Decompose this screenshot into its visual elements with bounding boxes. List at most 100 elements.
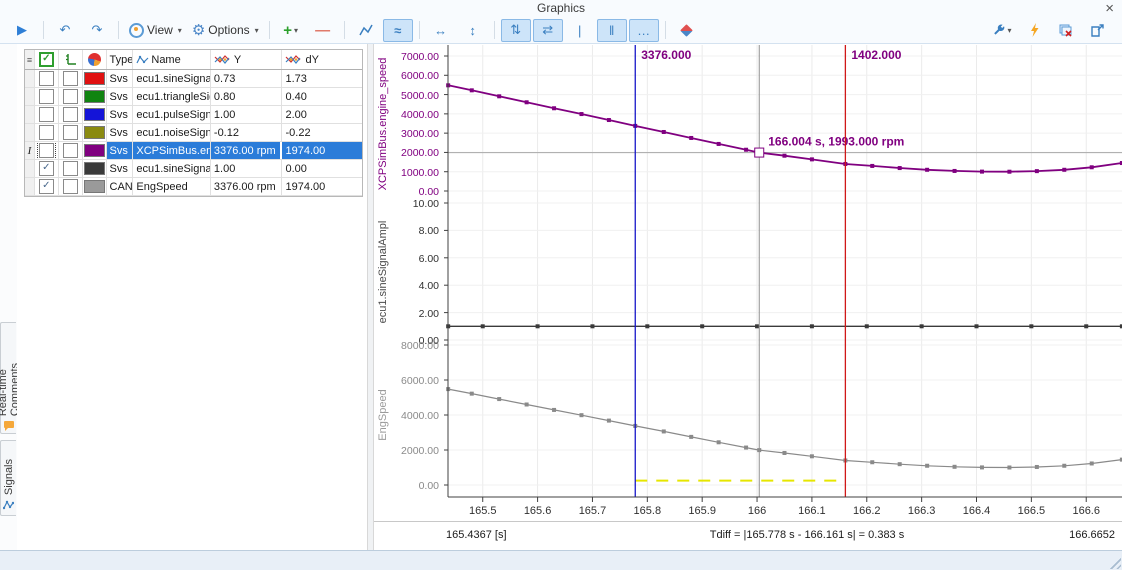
signal-color-swatch[interactable] [84, 162, 105, 175]
own-axis-cell [59, 88, 83, 105]
start-button[interactable]: ▶ [7, 19, 37, 42]
y-tick-label: 10.00 [374, 198, 439, 210]
time-axis-start-value: 165.4367 [s] [446, 529, 507, 541]
export-button[interactable] [1083, 19, 1113, 42]
own-axis-checkbox[interactable] [63, 89, 78, 104]
data-point-marker [1007, 170, 1011, 174]
own-axis-cell [59, 142, 83, 159]
data-point-marker [662, 130, 666, 134]
signal-name-cell: ecu1.triangleSignal [133, 88, 211, 105]
graphics-window: Graphics × ▶ ↶ ↷ View ▾ ⚙ Options ▾ + ▾ … [0, 0, 1122, 570]
line-chart-icon [359, 24, 373, 36]
window-title: Graphics [0, 1, 1122, 15]
show-signal-checkbox[interactable] [39, 89, 54, 104]
measure-x-button[interactable]: ⇄ [533, 19, 563, 42]
signal-row[interactable]: ISvsXCPSimBus.engine_speed3376.00 rpm197… [25, 142, 362, 160]
signal-color-swatch[interactable] [84, 126, 105, 139]
show-signal-checkbox[interactable]: ✓ [39, 161, 54, 176]
single-cursor-button[interactable]: | [565, 19, 595, 42]
menu-icon[interactable]: ≡ [25, 50, 35, 69]
signal-row[interactable]: ✓CAN 1EngSpeed3376.00 rpm1974.00 [25, 178, 362, 196]
play-icon: ▶ [17, 22, 27, 38]
configuration-button[interactable]: ▾ [987, 19, 1017, 42]
signal-y-value-cell: -0.12 [211, 124, 283, 141]
close-icon[interactable]: × [1105, 0, 1114, 17]
add-signal-button[interactable]: + ▾ [276, 19, 306, 42]
fit-x-button[interactable]: ↔ [426, 19, 456, 42]
trigger-button[interactable] [1019, 19, 1049, 42]
tab-signals[interactable]: Signals [0, 440, 16, 516]
show-signal-cell: ✓ [35, 160, 59, 177]
show-signal-checkbox[interactable] [39, 107, 54, 122]
own-axis-checkbox[interactable] [63, 71, 78, 86]
data-point-marker [870, 164, 874, 168]
signal-color-swatch[interactable] [84, 108, 105, 121]
data-point-marker [744, 148, 748, 152]
data-point-marker [1035, 465, 1039, 469]
own-axis-checkbox[interactable] [63, 161, 78, 176]
data-point-marker [810, 454, 814, 458]
remove-signal-button[interactable]: — [308, 19, 338, 42]
show-signal-checkbox[interactable] [39, 143, 54, 158]
y-tick-label: 2000.00 [374, 445, 439, 457]
signal-row[interactable]: Svsecu1.triangleSignal0.800.40 [25, 88, 362, 106]
spline-icon: ≈ [394, 23, 401, 38]
data-point-marker [579, 413, 583, 417]
column-header-type[interactable]: Type [107, 50, 134, 69]
options-menu-button[interactable]: ⚙ Options ▾ [188, 19, 263, 42]
column-header-name-label: Name [151, 51, 180, 69]
signal-row[interactable]: Svsecu1.pulseSignal1.002.00 [25, 106, 362, 124]
show-signal-checkbox[interactable] [39, 125, 54, 140]
signal-y-value-cell: 0.73 [211, 70, 283, 87]
measurement-column-icon [214, 54, 230, 65]
show-all-checkbox[interactable]: ✓ [39, 52, 54, 67]
signal-row[interactable]: Svsecu1.sineSignal0.731.73 [25, 70, 362, 88]
data-point-marker [717, 440, 721, 444]
signal-row[interactable]: Svsecu1.noiseSignal-0.12-0.22 [25, 124, 362, 142]
own-axis-checkbox[interactable] [63, 107, 78, 122]
measure-y-button[interactable]: ⇅ [501, 19, 531, 42]
signal-color-swatch[interactable] [84, 144, 105, 157]
show-signal-checkbox[interactable]: ✓ [39, 179, 54, 194]
clear-button[interactable] [1051, 19, 1081, 42]
show-signal-checkbox[interactable] [39, 71, 54, 86]
signal-color-swatch[interactable] [84, 90, 105, 103]
signal-type-cell: Svs [107, 124, 134, 141]
resize-grip[interactable] [1107, 555, 1121, 569]
data-point-marker [470, 392, 474, 396]
signal-dy-value-cell: -0.22 [282, 124, 362, 141]
fit-y-button[interactable]: ↕ [458, 19, 488, 42]
signal-row[interactable]: ✓Svsecu1.sineSignalAmpl1.000.00 [25, 160, 362, 178]
signal-type-cell: Svs [107, 160, 134, 177]
own-axis-cell [59, 70, 83, 87]
row-header-cell [25, 70, 35, 87]
plot-area[interactable]: 166.004 s, 1993.000 rpm3376.0001402.0001… [443, 45, 1122, 521]
panel-splitter[interactable] [367, 44, 374, 550]
own-axis-checkbox[interactable] [63, 125, 78, 140]
double-cursor-button[interactable]: ‖ [597, 19, 627, 42]
own-axis-checkbox[interactable] [63, 143, 78, 158]
signal-name-cell: ecu1.sineSignalAmpl [133, 160, 211, 177]
y-axis-labels: 7000.006000.005000.004000.003000.002000.… [374, 44, 441, 521]
tab-realtime-comments[interactable]: Real-time Comments [0, 322, 16, 434]
signal-color-swatch[interactable] [84, 180, 105, 193]
data-point-marker [1062, 464, 1066, 468]
signal-color-swatch[interactable] [84, 72, 105, 85]
chevron-down-icon: ▾ [255, 26, 259, 35]
redo-button[interactable]: ↷ [82, 19, 112, 42]
more-measure-button[interactable]: … [629, 19, 659, 42]
view-menu-button[interactable]: View ▾ [125, 19, 186, 42]
line-display-button[interactable] [351, 19, 381, 42]
undo-button[interactable]: ↶ [50, 19, 80, 42]
column-header-dy[interactable]: dY [282, 50, 362, 69]
own-axis-cell [59, 106, 83, 123]
spline-display-button[interactable]: ≈ [383, 19, 413, 42]
data-point-marker [497, 94, 501, 98]
column-header-name[interactable]: Name [133, 50, 211, 69]
signal-dy-value-cell: 0.40 [282, 88, 362, 105]
column-header-y[interactable]: Y [211, 50, 283, 69]
data-point-marker [870, 460, 874, 464]
eraser-button[interactable] [672, 19, 702, 42]
gear-icon: ⚙ [192, 21, 205, 39]
own-axis-checkbox[interactable] [63, 179, 78, 194]
